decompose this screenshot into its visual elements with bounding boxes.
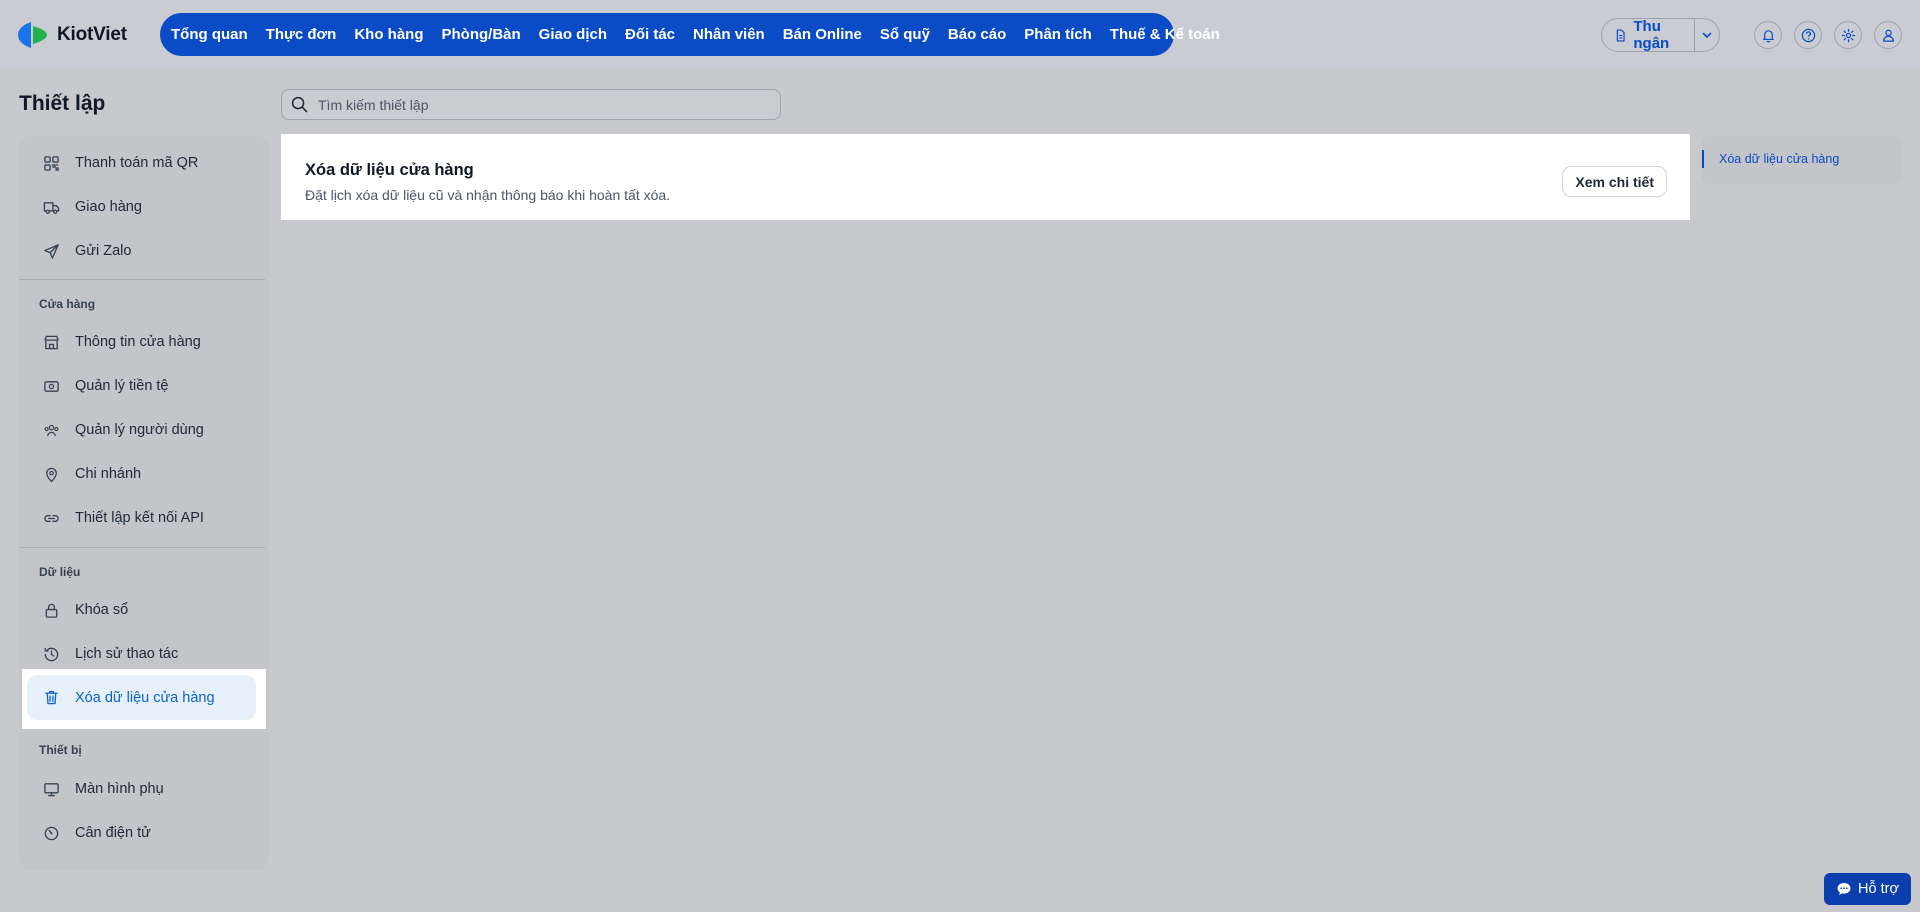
map-pin-icon: [46, 467, 57, 483]
sidebar-item-currency[interactable]: Quản lý tiền tệ: [27, 364, 256, 408]
monitor-icon: [44, 782, 59, 796]
app-name: KiotViet: [57, 24, 127, 45]
help-button[interactable]: [1794, 21, 1822, 49]
page-title: Thiết lập: [19, 92, 106, 115]
nav-phan-tich[interactable]: Phân tích: [1024, 26, 1092, 43]
cashier-label: Thu ngân: [1633, 18, 1670, 52]
nav-giao-dich[interactable]: Giao dịch: [539, 26, 607, 43]
sidebar-item-user-management[interactable]: Quản lý người dùng: [27, 408, 256, 452]
cashier-split-button: Thu ngân: [1601, 18, 1720, 52]
sidebar-item-label: Thiết lập kết nối API: [75, 510, 204, 526]
sidebar-item-api[interactable]: Thiết lập kết nối API: [27, 496, 256, 540]
sidebar-section-data: Dữ liệu: [39, 565, 81, 579]
nav-bao-cao[interactable]: Báo cáo: [948, 26, 1006, 43]
sidebar-item-label: Lịch sử thao tác: [75, 646, 179, 662]
kiotviet-logo[interactable]: KiotViet: [16, 19, 127, 51]
sidebar-section-store: Cửa hàng: [39, 297, 96, 311]
sidebar-item-zalo[interactable]: Gửi Zalo: [27, 229, 256, 273]
sidebar-item-secondary-screen[interactable]: Màn hình phụ: [27, 767, 256, 811]
sidebar-divider: [19, 279, 265, 280]
nav-kho-hang[interactable]: Kho hàng: [354, 26, 423, 43]
delete-store-data-card: Xóa dữ liệu cửa hàng Đặt lịch xóa dữ liệ…: [281, 134, 1690, 220]
sidebar-item-label: Thông tin cửa hàng: [75, 334, 201, 350]
card-title: Xóa dữ liệu cửa hàng: [305, 161, 474, 179]
scale-icon: [44, 826, 59, 840]
nav-thue-ke-toan[interactable]: Thuế & Kế toán: [1110, 26, 1220, 43]
sidebar-item-store-info[interactable]: Thông tin cửa hàng: [27, 320, 256, 364]
user-icon: [1882, 29, 1894, 42]
store-icon: [44, 335, 59, 349]
qr-code-icon: [44, 155, 59, 171]
nav-tong-quan[interactable]: Tổng quan: [171, 26, 248, 43]
sidebar-item-label: Chi nhánh: [75, 466, 142, 482]
history-icon: [44, 647, 59, 661]
sidebar-item-delivery[interactable]: Giao hàng: [27, 185, 256, 229]
sidebar-item-label: Quản lý người dùng: [75, 422, 204, 438]
sidebar-item-label: Cân điện tử: [75, 825, 151, 841]
nav-nhan-vien[interactable]: Nhân viên: [693, 26, 765, 43]
sidebar-section-devices: Thiết bị: [39, 743, 82, 757]
card-description: Đặt lịch xóa dữ liệu cũ và nhận thông bá…: [305, 187, 671, 203]
sidebar-item-lock-books[interactable]: Khóa sổ: [27, 588, 256, 632]
currency-icon: [44, 380, 59, 392]
settings-search: [281, 89, 781, 120]
search-input[interactable]: [318, 96, 758, 113]
settings-button[interactable]: [1834, 21, 1862, 49]
users-icon: [44, 424, 59, 436]
sidebar-item-qr-payment[interactable]: Thanh toán mã QR: [27, 141, 256, 185]
sidebar-item-label: Giao hàng: [75, 199, 142, 215]
top-header: KiotViet Tổng quan Thực đơn Kho hàng Phò…: [0, 0, 1920, 68]
lock-icon: [45, 603, 58, 618]
cashier-dropdown-button[interactable]: [1695, 19, 1719, 51]
sidebar-item-label: Khóa sổ: [75, 602, 129, 618]
nav-so-quy[interactable]: Sổ quỹ: [880, 26, 930, 43]
main-navigation: Tổng quan Thực đơn Kho hàng Phòng/Bàn Gi…: [160, 13, 1220, 56]
nav-doi-tac[interactable]: Đối tác: [625, 26, 675, 43]
anchor-active-indicator: [1702, 150, 1704, 168]
link-icon: [44, 514, 59, 522]
kiotviet-logo-icon: [18, 22, 47, 48]
view-details-button[interactable]: Xem chi tiết: [1562, 166, 1667, 197]
help-circle-icon: [1801, 28, 1815, 42]
chevron-down-icon: [1702, 32, 1712, 39]
document-icon: [1616, 28, 1625, 42]
anchor-link-delete-store-data[interactable]: Xóa dữ liệu cửa hàng: [1719, 152, 1839, 166]
nav-phong-ban[interactable]: Phòng/Bàn: [442, 26, 521, 43]
send-icon: [44, 243, 59, 259]
nav-ban-online[interactable]: Bán Online: [783, 26, 862, 43]
account-button[interactable]: [1874, 21, 1902, 49]
chat-icon: [1837, 883, 1851, 895]
trash-icon: [45, 690, 58, 705]
sidebar-item-electronic-scale[interactable]: Cân điện tử: [27, 811, 256, 855]
sidebar-item-label: Màn hình phụ: [75, 781, 164, 797]
support-label: Hỗ trợ: [1858, 881, 1899, 897]
search-icon: [291, 96, 308, 113]
sidebar-item-branch[interactable]: Chi nhánh: [27, 452, 256, 496]
cashier-button[interactable]: Thu ngân: [1602, 19, 1695, 51]
nav-thuc-don[interactable]: Thực đơn: [266, 26, 337, 43]
sidebar-item-label: Quản lý tiền tệ: [75, 378, 169, 394]
truck-icon: [43, 201, 60, 214]
settings-icon: [1841, 28, 1855, 42]
sidebar-item-label: Xóa dữ liệu cửa hàng: [75, 689, 215, 706]
support-button[interactable]: Hỗ trợ: [1824, 873, 1911, 905]
sidebar-item-label: Thanh toán mã QR: [75, 155, 199, 171]
sidebar-item-delete-store-data[interactable]: Xóa dữ liệu cửa hàng: [27, 675, 256, 720]
notifications-button[interactable]: [1754, 21, 1782, 49]
sidebar-divider: [19, 547, 265, 548]
sidebar-item-label: Gửi Zalo: [75, 243, 132, 259]
bell-icon: [1762, 29, 1774, 42]
